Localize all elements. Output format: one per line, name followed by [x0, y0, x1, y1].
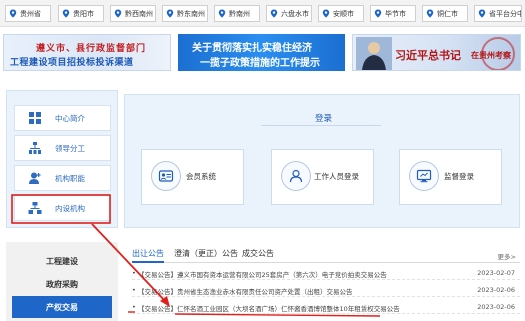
region-label: 铜仁市: [437, 9, 458, 18]
annotation-underline: [174, 313, 381, 317]
banner-right-title: 习近平总书记: [395, 49, 461, 62]
news-title[interactable]: 【交易公告】仁怀名酒工业园区（大坝名酒广场）仁怀酱香酒博馆整体10年租赁权交易公…: [138, 303, 400, 313]
more-link[interactable]: 更多>: [498, 251, 516, 261]
member-login-label: 会员系统: [186, 172, 216, 181]
banner-right-sub: 在贵州考察: [471, 51, 511, 60]
side-menu-label: 领导分工: [55, 143, 85, 153]
announcement-tabs: 出让公告 澄清（更正）公告 成交公告 更多>: [132, 248, 520, 263]
side-menu-item-departments[interactable]: 内设机构: [14, 195, 111, 221]
map-pin-icon: [374, 9, 382, 18]
region-link[interactable]: 安顺市: [318, 5, 364, 22]
inspection-banner[interactable]: 习近平总书记 在贵州考察: [352, 34, 521, 71]
region-label: 黔东南州: [177, 9, 205, 18]
map-pin-icon: [218, 9, 226, 18]
region-link[interactable]: 黔南州: [214, 5, 260, 22]
staff-login[interactable]: 工作人员登录: [271, 149, 374, 205]
grid-icon: [29, 112, 41, 124]
region-link[interactable]: 黔西南州: [110, 5, 156, 22]
list-item[interactable]: • 【交易公告】仁怀名酒工业园区（大坝名酒广场）仁怀酱香酒博馆整体10年租赁权交…: [132, 301, 520, 314]
list-bullet: •: [132, 269, 136, 277]
section-engineering[interactable]: 工程建设: [12, 250, 112, 272]
list-item[interactable]: • 【交易公告】贵州省生态渔业赤水有限责任公司资产处置（出租）交易公告 2023…: [132, 284, 520, 297]
map-pin-icon: [322, 9, 330, 18]
side-menu-label: 机构职能: [55, 173, 85, 183]
region-link[interactable]: 毕节市: [370, 5, 416, 22]
section-property-trading[interactable]: 产权交易: [12, 296, 112, 318]
region-label: 贵阳市: [73, 9, 94, 18]
map-pin-icon: [62, 9, 70, 18]
banner-left-line1: 遵义市、县行政监督部门: [36, 44, 147, 54]
staff-login-label: 工作人员登录: [314, 172, 359, 181]
map-pin-icon: [9, 9, 17, 18]
region-label: 省平台分中心: [489, 9, 521, 18]
region-label: 六盘水市: [281, 9, 309, 18]
org-chart-icon: [29, 142, 41, 154]
news-title[interactable]: 【交易公告】贵州省生态渔业赤水有限责任公司资产处置（出租）交易公告: [138, 286, 353, 296]
side-menu-item-functions[interactable]: 机构职能: [14, 165, 111, 191]
region-label: 安顺市: [333, 9, 354, 18]
news-title[interactable]: 【交易公告】遵义市国有资本运营有限公司25套房产（第六次）电子竞价拍卖交易公告: [138, 269, 387, 279]
login-panel: 登录 会员系统 工作人员登录 监督登录: [124, 94, 520, 228]
list-bullet: •: [132, 286, 136, 294]
user-plus-icon: [29, 172, 41, 184]
user-icon: [289, 169, 303, 183]
side-menu-item-intro[interactable]: 中心简介: [14, 105, 111, 131]
side-menu-label: 内设机构: [55, 203, 85, 213]
side-menu-label: 中心简介: [55, 113, 85, 123]
region-bar: 贵州省 贵阳市 黔西南州 黔东南州 黔南州 六盘水市 安顺市 毕节市 铜仁市 省平台分中心: [0, 0, 525, 27]
map-pin-icon: [166, 9, 174, 18]
side-menu-item-leaders[interactable]: 领导分工: [14, 135, 111, 161]
region-link[interactable]: 黔东南州: [162, 5, 208, 22]
region-link[interactable]: 贵州省: [5, 5, 51, 22]
member-icon-circle: [151, 161, 181, 191]
supervision-login-label: 监督登录: [444, 172, 474, 181]
region-link[interactable]: 六盘水市: [266, 5, 312, 22]
banner-left-line2: 工程建设项目招投标投诉渠道: [10, 58, 134, 68]
sitemap-icon: [28, 202, 42, 214]
side-menu: 中心简介 领导分工 机构职能 内设机构: [6, 90, 118, 228]
policy-notice-banner[interactable]: 关于贯彻落实扎实稳住经济 一揽子政策措施的工作提示: [178, 34, 345, 71]
list-bullet: •: [132, 303, 136, 311]
map-pin-icon: [270, 9, 278, 18]
supervision-icon-circle: [409, 161, 439, 191]
complaint-channel-banner[interactable]: 遵义市、县行政监督部门 工程建设项目招投标投诉渠道: [3, 34, 171, 71]
section-procurement[interactable]: 政府采购: [12, 273, 112, 295]
member-system-login[interactable]: 会员系统: [141, 149, 244, 205]
banner-middle-line1: 关于贯彻落实扎实稳住经济: [192, 43, 312, 54]
login-divider: [261, 125, 381, 126]
region-label: 毕节市: [385, 9, 406, 18]
id-card-icon: [158, 170, 174, 182]
person-photo: [356, 37, 392, 70]
list-item[interactable]: • 【交易公告】遵义市国有资本运营有限公司25套房产（第六次）电子竞价拍卖交易公…: [132, 267, 520, 280]
section-nav: 工程建设 政府采购 产权交易: [6, 242, 118, 321]
region-label: 贵州省: [20, 9, 41, 18]
tab-deal-notice[interactable]: 成交公告: [242, 248, 274, 259]
map-pin-icon: [426, 9, 434, 18]
banner-middle-line2: 一揽子政策措施的工作提示: [200, 58, 320, 69]
news-date: 2023-02-06: [477, 303, 515, 311]
news-date: 2023-02-06: [477, 286, 515, 294]
region-link[interactable]: 铜仁市: [422, 5, 468, 22]
login-title: 登录: [315, 114, 333, 124]
region-link[interactable]: 省平台分中心: [474, 5, 522, 22]
region-link[interactable]: 贵阳市: [58, 5, 104, 22]
monitor-icon: [416, 169, 432, 183]
supervision-login[interactable]: 监督登录: [399, 149, 502, 205]
region-label: 黔西南州: [125, 9, 153, 18]
staff-icon-circle: [281, 161, 311, 191]
news-date: 2023-02-07: [477, 269, 515, 277]
region-label: 黔南州: [229, 9, 250, 18]
map-pin-icon: [478, 9, 486, 18]
tab-clarification-notice[interactable]: 澄清（更正）公告: [174, 248, 238, 259]
tab-transfer-notice[interactable]: 出让公告: [132, 248, 164, 263]
map-pin-icon: [114, 9, 122, 18]
